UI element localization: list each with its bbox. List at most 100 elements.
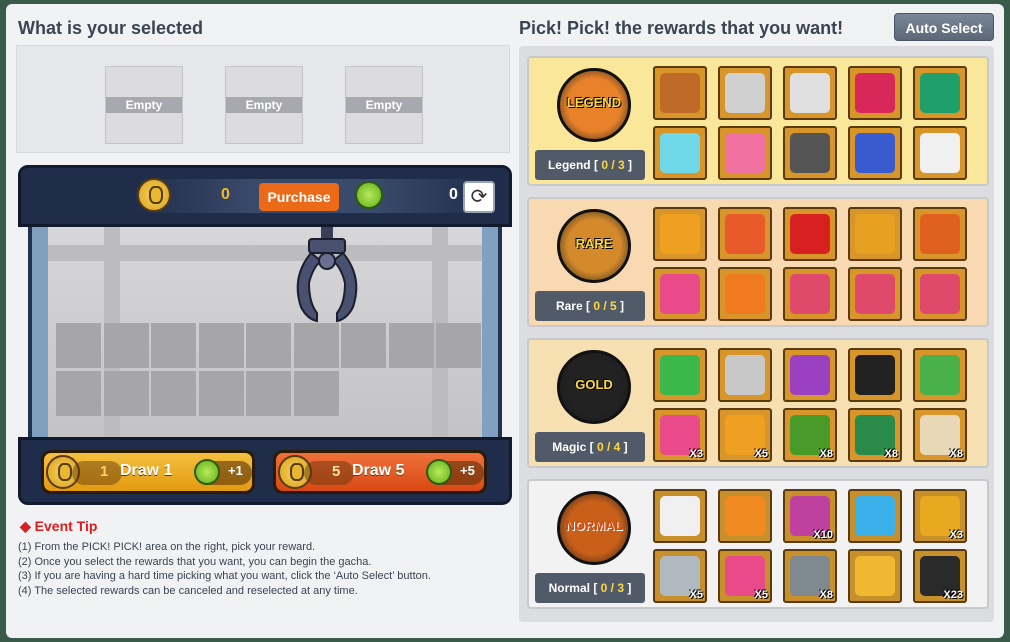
selected-slot-3[interactable]: Empty	[345, 66, 423, 144]
reward-item-rare[interactable]	[653, 207, 707, 261]
item-quantity: X5	[689, 589, 703, 601]
reward-item-magic[interactable]	[848, 348, 902, 402]
item-quantity: X5	[754, 448, 768, 460]
reward-icon	[920, 355, 960, 395]
reward-item-magic[interactable]	[718, 348, 772, 402]
item-quantity: X5	[754, 589, 768, 601]
reward-item-legend[interactable]	[783, 66, 837, 120]
prize-cell	[151, 371, 196, 416]
claw-icon	[296, 227, 358, 323]
reward-item-legend[interactable]	[913, 126, 967, 180]
reward-item-rare[interactable]	[848, 267, 902, 321]
draw-5-label: Draw 5	[352, 462, 405, 479]
reward-icon	[855, 355, 895, 395]
coin-count: 0	[221, 186, 230, 203]
reward-item-rare[interactable]	[913, 207, 967, 261]
reward-item-normal[interactable]	[848, 489, 902, 543]
reward-icon	[660, 355, 700, 395]
reward-icon	[660, 496, 700, 536]
prize-cell	[246, 323, 291, 368]
reward-item-legend[interactable]	[913, 66, 967, 120]
gem-icon	[426, 459, 452, 485]
prize-cell	[151, 323, 196, 368]
reward-item-legend[interactable]	[718, 126, 772, 180]
reward-item-normal[interactable]: X3	[913, 489, 967, 543]
draw-1-button[interactable]: 1 Draw 1 +1	[41, 450, 255, 494]
reward-item-rare[interactable]	[783, 207, 837, 261]
reward-item-magic[interactable]: X5	[718, 408, 772, 462]
reward-item-legend[interactable]	[848, 126, 902, 180]
reward-item-rare[interactable]	[848, 207, 902, 261]
reward-icon	[855, 133, 895, 173]
reward-item-magic[interactable]: X8	[783, 408, 837, 462]
reward-item-legend[interactable]	[783, 126, 837, 180]
reward-item-magic[interactable]: X3	[653, 408, 707, 462]
purchase-button[interactable]: Purchase	[259, 183, 339, 211]
reward-item-legend[interactable]	[848, 66, 902, 120]
prize-cell	[103, 323, 149, 368]
reward-item-magic[interactable]: X8	[913, 408, 967, 462]
reward-icon	[855, 274, 895, 314]
reward-item-legend[interactable]	[653, 66, 707, 120]
item-quantity: X8	[884, 448, 898, 460]
reward-item-magic[interactable]	[783, 348, 837, 402]
reward-item-rare[interactable]	[653, 267, 707, 321]
reward-icon	[920, 214, 960, 254]
reward-item-normal[interactable]: X5	[718, 549, 772, 603]
tip-line: (3) If you are having a hard time pickin…	[18, 570, 431, 583]
reward-item-normal[interactable]: X23	[913, 549, 967, 603]
item-quantity: X8	[819, 589, 833, 601]
reward-item-magic[interactable]	[913, 348, 967, 402]
prize-cell	[436, 323, 481, 368]
item-quantity: X23	[943, 589, 963, 601]
reward-item-magic[interactable]: X8	[848, 408, 902, 462]
reward-icon	[855, 214, 895, 254]
reward-item-rare[interactable]	[783, 267, 837, 321]
selected-slot-2[interactable]: Empty	[225, 66, 303, 144]
reward-item-rare[interactable]	[913, 267, 967, 321]
reward-item-normal[interactable]	[653, 489, 707, 543]
reward-icon	[790, 214, 830, 254]
normal-ball-icon: NORMAL	[557, 491, 631, 565]
draw-5-button[interactable]: 5 Draw 5 +5	[273, 450, 487, 494]
reward-item-legend[interactable]	[653, 126, 707, 180]
reward-item-rare[interactable]	[718, 207, 772, 261]
selected-slot-1[interactable]: Empty	[105, 66, 183, 144]
rewards-title: Pick! Pick! the rewards that you want!	[519, 18, 844, 38]
prize-cell	[341, 323, 386, 368]
gem-icon	[355, 181, 383, 209]
prize-cell	[198, 323, 244, 368]
reward-item-normal[interactable]	[718, 489, 772, 543]
reward-icon	[660, 73, 700, 113]
legend-count-label: Legend [ 0 / 3 ]	[535, 150, 645, 180]
reward-icon	[725, 214, 765, 254]
auto-select-button[interactable]: Auto Select	[894, 13, 994, 41]
prize-cell	[388, 323, 434, 368]
rare-count-label: Rare [ 0 / 5 ]	[535, 291, 645, 321]
prize-cell	[56, 323, 101, 368]
reward-icon	[920, 133, 960, 173]
reward-row-magic: GOLD Magic [ 0 / 4 ] X3 X5 X8 X8 X8	[527, 338, 989, 468]
refresh-icon[interactable]: ⟳	[463, 181, 495, 213]
reward-icon	[790, 355, 830, 395]
reward-item-legend[interactable]	[718, 66, 772, 120]
rewards-area: LEGEND Legend [ 0 / 3 ] RARE Rare [ 0 / …	[519, 46, 994, 622]
reward-icon	[855, 496, 895, 536]
draw-1-cost: 1	[100, 463, 109, 480]
legend-ball-icon: LEGEND	[557, 68, 631, 142]
reward-item-magic[interactable]	[653, 348, 707, 402]
reward-icon	[920, 73, 960, 113]
item-quantity: X8	[949, 448, 963, 460]
reward-item-normal[interactable]: X8	[783, 549, 837, 603]
draw-1-bonus: +1	[228, 463, 243, 478]
reward-icon	[855, 556, 895, 596]
reward-item-rare[interactable]	[718, 267, 772, 321]
reward-icon	[725, 73, 765, 113]
item-quantity: X10	[813, 529, 833, 541]
reward-item-normal[interactable]: X10	[783, 489, 837, 543]
reward-item-normal[interactable]	[848, 549, 902, 603]
reward-icon	[725, 355, 765, 395]
rare-ball-icon: RARE	[557, 209, 631, 283]
item-quantity: X8	[819, 448, 833, 460]
reward-item-normal[interactable]: X5	[653, 549, 707, 603]
